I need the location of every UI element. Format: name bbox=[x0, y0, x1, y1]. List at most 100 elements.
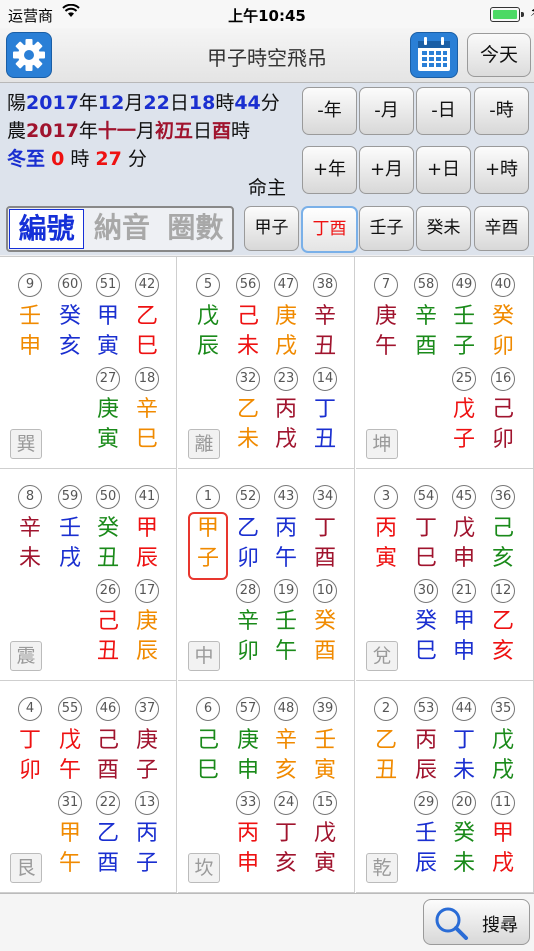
current-highlight bbox=[188, 512, 228, 580]
heavenly-stem: 庚 bbox=[274, 304, 297, 329]
pillar-button-2[interactable]: 丁酉 bbox=[301, 206, 358, 253]
ganzhi-number: 58 bbox=[414, 273, 438, 297]
heavenly-stem: 戊 bbox=[491, 728, 514, 753]
earthly-branch: 戌 bbox=[274, 334, 297, 359]
ganzhi-number: 55 bbox=[58, 697, 82, 721]
segment-number[interactable]: 編號 bbox=[9, 209, 85, 249]
heavenly-stem: 辛 bbox=[18, 516, 41, 541]
settings-button[interactable] bbox=[6, 32, 52, 78]
heavenly-stem: 甲 bbox=[96, 304, 119, 329]
heavenly-stem: 丁 bbox=[313, 516, 336, 541]
earthly-branch: 卯 bbox=[491, 334, 514, 359]
earthly-branch: 亥 bbox=[274, 758, 297, 783]
ganzhi-number: 1 bbox=[196, 485, 220, 509]
earthly-branch: 亥 bbox=[274, 851, 297, 876]
trigram-label: 乾 bbox=[366, 853, 398, 883]
heavenly-stem: 癸 bbox=[491, 304, 514, 329]
ganzhi-number: 60 bbox=[58, 273, 82, 297]
trigram-label: 震 bbox=[10, 641, 42, 671]
palace-cell[interactable]: 6 己巳 57 庚申 48 辛亥 39 壬寅 33 丙申 24 丁亥 15 戊寅坎 bbox=[178, 681, 355, 893]
heavenly-stem: 丙 bbox=[414, 728, 437, 753]
heavenly-stem: 庚 bbox=[236, 728, 259, 753]
heavenly-stem: 壬 bbox=[452, 304, 475, 329]
ganzhi-number: 4 bbox=[18, 697, 42, 721]
minus-hour-button[interactable]: -時 bbox=[474, 87, 529, 135]
plus-hour-button[interactable]: +時 bbox=[474, 146, 529, 194]
heavenly-stem: 己 bbox=[236, 304, 259, 329]
earthly-branch: 申 bbox=[236, 758, 259, 783]
pillar-button-5[interactable]: 辛酉 bbox=[474, 206, 529, 251]
ganzhi-number: 46 bbox=[96, 697, 120, 721]
ganzhi-number: 23 bbox=[274, 367, 298, 391]
solar-term: 冬至 0 時 27 分 bbox=[7, 148, 147, 170]
earthly-branch: 未 bbox=[236, 427, 259, 452]
ganzhi-number: 10 bbox=[313, 579, 337, 603]
ganzhi-number: 7 bbox=[374, 273, 398, 297]
plus-month-button[interactable]: +月 bbox=[359, 146, 414, 194]
earthly-branch: 丑 bbox=[374, 758, 397, 783]
mode-segmented-control: 編號 納音 圈數 bbox=[6, 206, 234, 252]
ganzhi-number: 43 bbox=[274, 485, 298, 509]
earthly-branch: 午 bbox=[58, 758, 81, 783]
ganzhi-number: 51 bbox=[96, 273, 120, 297]
plus-day-button[interactable]: +日 bbox=[416, 146, 471, 194]
ganzhi-number: 36 bbox=[491, 485, 515, 509]
heavenly-stem: 壬 bbox=[274, 609, 297, 634]
ganzhi-number: 53 bbox=[414, 697, 438, 721]
heavenly-stem: 己 bbox=[96, 728, 119, 753]
mingzhu-label: 命主 bbox=[248, 177, 287, 199]
ganzhi-number: 25 bbox=[452, 367, 476, 391]
minus-year-button[interactable]: -年 bbox=[302, 87, 357, 135]
earthly-branch: 亥 bbox=[491, 639, 514, 664]
earthly-branch: 巳 bbox=[135, 427, 158, 452]
palace-cell[interactable]: 8 辛未 59 壬戌 50 癸丑 41 甲辰 26 己丑 17 庚辰震 bbox=[0, 469, 177, 681]
minus-month-button[interactable]: -月 bbox=[359, 87, 414, 135]
ganzhi-number: 38 bbox=[313, 273, 337, 297]
pillar-button-3[interactable]: 壬子 bbox=[359, 206, 414, 251]
heavenly-stem: 丙 bbox=[236, 821, 259, 846]
lunar-date: 農2017年十一月初五日酉時 bbox=[7, 120, 251, 142]
palace-cell[interactable]: 9 壬申 60 癸亥 51 甲寅 42 乙巳 27 庚寅 18 辛巳巽 bbox=[0, 257, 177, 469]
earthly-branch: 酉 bbox=[414, 334, 437, 359]
minus-day-button[interactable]: -日 bbox=[416, 87, 471, 135]
plus-year-button[interactable]: +年 bbox=[302, 146, 357, 194]
heavenly-stem: 辛 bbox=[236, 609, 259, 634]
palace-cell[interactable]: 4 丁卯 55 戊午 46 己酉 37 庚子 31 甲午 22 乙酉 13 丙子艮 bbox=[0, 681, 177, 893]
heavenly-stem: 丙 bbox=[274, 397, 297, 422]
page-title: 甲子時空飛吊 bbox=[207, 46, 327, 70]
ganzhi-number: 17 bbox=[135, 579, 159, 603]
palace-cell[interactable]: 1 甲子 52 乙卯 43 丙午 34 丁酉 28 辛卯 19 壬午 10 癸酉中 bbox=[178, 469, 355, 681]
ganzhi-number: 40 bbox=[491, 273, 515, 297]
palace-cell[interactable]: 7 庚午 58 辛酉 49 壬子 40 癸卯 25 戊子 16 己卯坤 bbox=[356, 257, 534, 469]
pillar-button-4[interactable]: 癸未 bbox=[416, 206, 471, 251]
search-button[interactable]: 搜尋 bbox=[423, 899, 530, 945]
heavenly-stem: 庚 bbox=[374, 304, 397, 329]
earthly-branch: 午 bbox=[374, 334, 397, 359]
ganzhi-number: 5 bbox=[196, 273, 220, 297]
palace-cell[interactable]: 5 戊辰 56 己未 47 庚戌 38 辛丑 32 乙未 23 丙戌 14 丁丑離 bbox=[178, 257, 355, 469]
ganzhi-number: 49 bbox=[452, 273, 476, 297]
heavenly-stem: 辛 bbox=[274, 728, 297, 753]
earthly-branch: 酉 bbox=[313, 546, 336, 571]
segment-rounds[interactable]: 圈數 bbox=[159, 208, 232, 250]
earthly-branch: 酉 bbox=[96, 851, 119, 876]
ganzhi-number: 37 bbox=[135, 697, 159, 721]
calendar-button[interactable] bbox=[410, 32, 458, 78]
earthly-branch: 申 bbox=[452, 546, 475, 571]
heavenly-stem: 癸 bbox=[452, 821, 475, 846]
segment-nayin[interactable]: 納音 bbox=[85, 208, 158, 250]
earthly-branch: 子 bbox=[135, 851, 158, 876]
earthly-branch: 酉 bbox=[313, 639, 336, 664]
heavenly-stem: 己 bbox=[491, 516, 514, 541]
earthly-branch: 寅 bbox=[313, 851, 336, 876]
earthly-branch: 卯 bbox=[236, 639, 259, 664]
palace-cell[interactable]: 3 丙寅 54 丁巳 45 戊申 36 己亥 30 癸巳 21 甲申 12 乙亥兌 bbox=[356, 469, 534, 681]
heavenly-stem: 乙 bbox=[135, 304, 158, 329]
pillar-button-1[interactable]: 甲子 bbox=[244, 206, 299, 251]
heavenly-stem: 甲 bbox=[58, 821, 81, 846]
earthly-branch: 戌 bbox=[58, 546, 81, 571]
earthly-branch: 子 bbox=[135, 758, 158, 783]
earthly-branch: 卯 bbox=[491, 427, 514, 452]
today-button[interactable]: 今天 bbox=[467, 33, 531, 77]
palace-cell[interactable]: 2 乙丑 53 丙辰 44 丁未 35 戊戌 29 壬辰 20 癸未 11 甲戌乾 bbox=[356, 681, 534, 893]
